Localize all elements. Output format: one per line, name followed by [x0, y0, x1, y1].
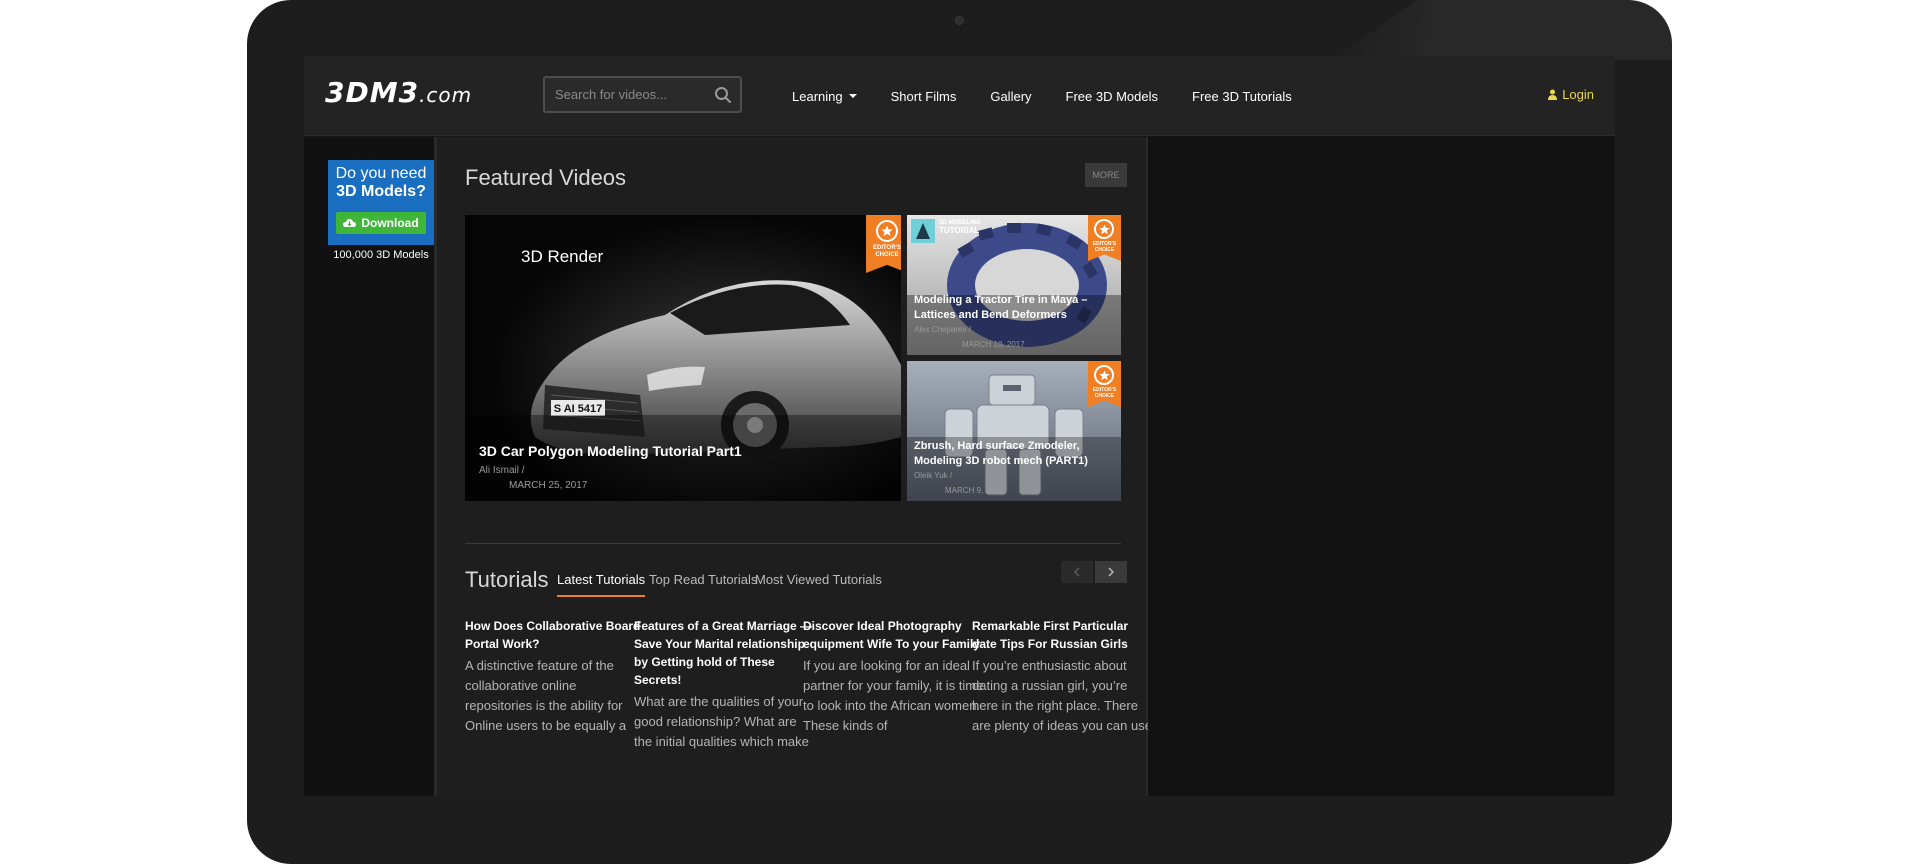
editors-choice-badge: EDITOR'S CHOICE: [1088, 361, 1121, 407]
featured-card-main[interactable]: S AI 5417 3D Render EDITOR'S CHOICE 3D Ca…: [465, 215, 901, 501]
editors-choice-badge: EDITOR'S CHOICE: [1088, 215, 1121, 261]
section-divider: [465, 543, 1121, 544]
nav-learning[interactable]: Learning: [792, 89, 857, 104]
screen: 3DM3.com Learning Short Films Gallery Fr…: [304, 56, 1615, 796]
featured-robot-author[interactable]: Oleik Yuk /: [914, 471, 952, 480]
more-button[interactable]: MORE: [1085, 163, 1127, 187]
nav-free-3d-models[interactable]: Free 3D Models: [1066, 89, 1158, 104]
star-icon: [876, 220, 898, 242]
editors-choice-badge: EDITOR'S CHOICE: [866, 215, 901, 273]
ad-line1: Do you need: [335, 165, 427, 182]
left-sidebar: Do you need 3D Models? Download 100,000 …: [304, 137, 434, 796]
ad-banner[interactable]: Do you need 3D Models? Download: [328, 160, 434, 245]
star-icon: [1094, 219, 1114, 239]
login-link[interactable]: Login: [1548, 87, 1594, 102]
right-sidebar: [1148, 137, 1615, 796]
user-icon: [1548, 89, 1558, 100]
tab-latest-tutorials[interactable]: Latest Tutorials: [557, 572, 645, 587]
article-title[interactable]: Features of a Great Marriage — Save Your…: [634, 617, 816, 689]
search-box: [543, 76, 742, 113]
chevron-left-icon: [1073, 567, 1080, 577]
featured-card-robot[interactable]: EDITOR'S CHOICE Zbrush, Hard surface Zmod…: [907, 361, 1121, 501]
nav-free-3d-tutorials[interactable]: Free 3D Tutorials: [1192, 89, 1292, 104]
chevron-down-icon: [848, 94, 857, 98]
featured-main-date: MARCH 25, 2017: [509, 480, 588, 491]
badge-line1: EDITOR'S: [873, 245, 901, 251]
ad-caption: 100,000 3D Models: [333, 249, 429, 261]
login-label: Login: [1562, 87, 1594, 102]
featured-main-author[interactable]: Ali Ismail /: [479, 465, 525, 476]
tutorials-section-title: Tutorials: [465, 567, 549, 592]
tab-most-viewed-tutorials[interactable]: Most Viewed Tutorials: [755, 572, 882, 587]
chevron-right-icon: [1108, 567, 1115, 577]
logo-suffix: .com: [419, 83, 473, 107]
frame-sheen: [1332, 0, 1672, 60]
camera-dot: [955, 16, 964, 25]
article-title[interactable]: Remarkable First Particular date Tips Fo…: [972, 617, 1154, 653]
article-card-1[interactable]: How Does Collaborative Board Portal Work…: [465, 617, 647, 736]
article-card-4[interactable]: Remarkable First Particular date Tips Fo…: [972, 617, 1154, 736]
article-excerpt: What are the qualities of your good rela…: [634, 694, 809, 749]
featured-tire-title[interactable]: Modeling a Tractor Tire in Maya – Lattic…: [914, 293, 1110, 323]
featured-card-tire[interactable]: 3D MODELING TUTORIAL EDITOR'S CHOICE Model…: [907, 215, 1121, 355]
badge-line2: CHOICE: [875, 252, 899, 258]
star-icon: [1094, 365, 1114, 385]
badge-label: EDITOR'S CHOICE: [1088, 387, 1121, 399]
search-icon[interactable]: [714, 86, 732, 104]
tablet-frame: 3DM3.com Learning Short Films Gallery Fr…: [247, 0, 1672, 864]
nav-learning-label: Learning: [792, 88, 843, 104]
featured-robot-title[interactable]: Zbrush, Hard surface Zmodeler, Modeling …: [914, 439, 1114, 469]
cloud-download-icon: [343, 219, 357, 227]
nav-gallery[interactable]: Gallery: [990, 89, 1031, 104]
render-label: 3D Render: [521, 247, 604, 266]
article-card-3[interactable]: Discover Ideal Photography equipment Wif…: [803, 617, 985, 736]
active-tab-indicator: [557, 595, 645, 597]
ad-download-label: Download: [361, 216, 419, 230]
logo-main: 3DM3: [325, 76, 420, 109]
main-nav: Learning Short Films Gallery Free 3D Mod…: [792, 56, 1326, 136]
featured-main-title[interactable]: 3D Car Polygon Modeling Tutorial Part1: [479, 442, 859, 460]
badge-label: EDITOR'S CHOICE: [1088, 241, 1121, 253]
featured-robot-date: MARCH 9, 2017: [945, 486, 1004, 495]
search-input[interactable]: [555, 78, 705, 111]
article-excerpt: If you’re enthusiastic about dating a ru…: [972, 658, 1152, 733]
article-card-2[interactable]: Features of a Great Marriage — Save Your…: [634, 617, 816, 752]
badge-line2: CHOICE: [1094, 393, 1115, 399]
article-excerpt: If you are looking for an ideal partner …: [803, 658, 984, 733]
next-arrow-button[interactable]: [1095, 561, 1127, 583]
ad-line2: 3D Models?: [336, 183, 426, 200]
license-plate: S AI 5417: [554, 403, 603, 415]
badge-line2: CHOICE: [1094, 247, 1115, 253]
prev-arrow-button[interactable]: [1061, 561, 1093, 583]
main-content: Featured Videos MORE S AI 5417 3D Render…: [434, 137, 1152, 796]
ad-download-button[interactable]: Download: [336, 212, 426, 234]
corner-line2: TUTORIAL: [939, 226, 980, 235]
article-excerpt: A distinctive feature of the collaborati…: [465, 658, 627, 733]
featured-tire-date: MARCH 10, 2017: [962, 340, 1025, 349]
article-title[interactable]: Discover Ideal Photography equipment Wif…: [803, 617, 985, 653]
article-title[interactable]: How Does Collaborative Board Portal Work…: [465, 617, 647, 653]
featured-tire-author[interactable]: Alex Cheparev /: [914, 325, 971, 334]
badge-label: EDITOR'S CHOICE: [866, 245, 901, 259]
top-navbar: 3DM3.com Learning Short Films Gallery Fr…: [304, 56, 1615, 136]
tab-top-read-tutorials[interactable]: Top Read Tutorials: [649, 572, 757, 587]
site-logo[interactable]: 3DM3.com: [325, 76, 472, 109]
tutorial-corner-label: 3D MODELING TUTORIAL: [939, 220, 981, 236]
featured-section-title: Featured Videos: [465, 165, 627, 190]
nav-short-films[interactable]: Short Films: [891, 89, 957, 104]
